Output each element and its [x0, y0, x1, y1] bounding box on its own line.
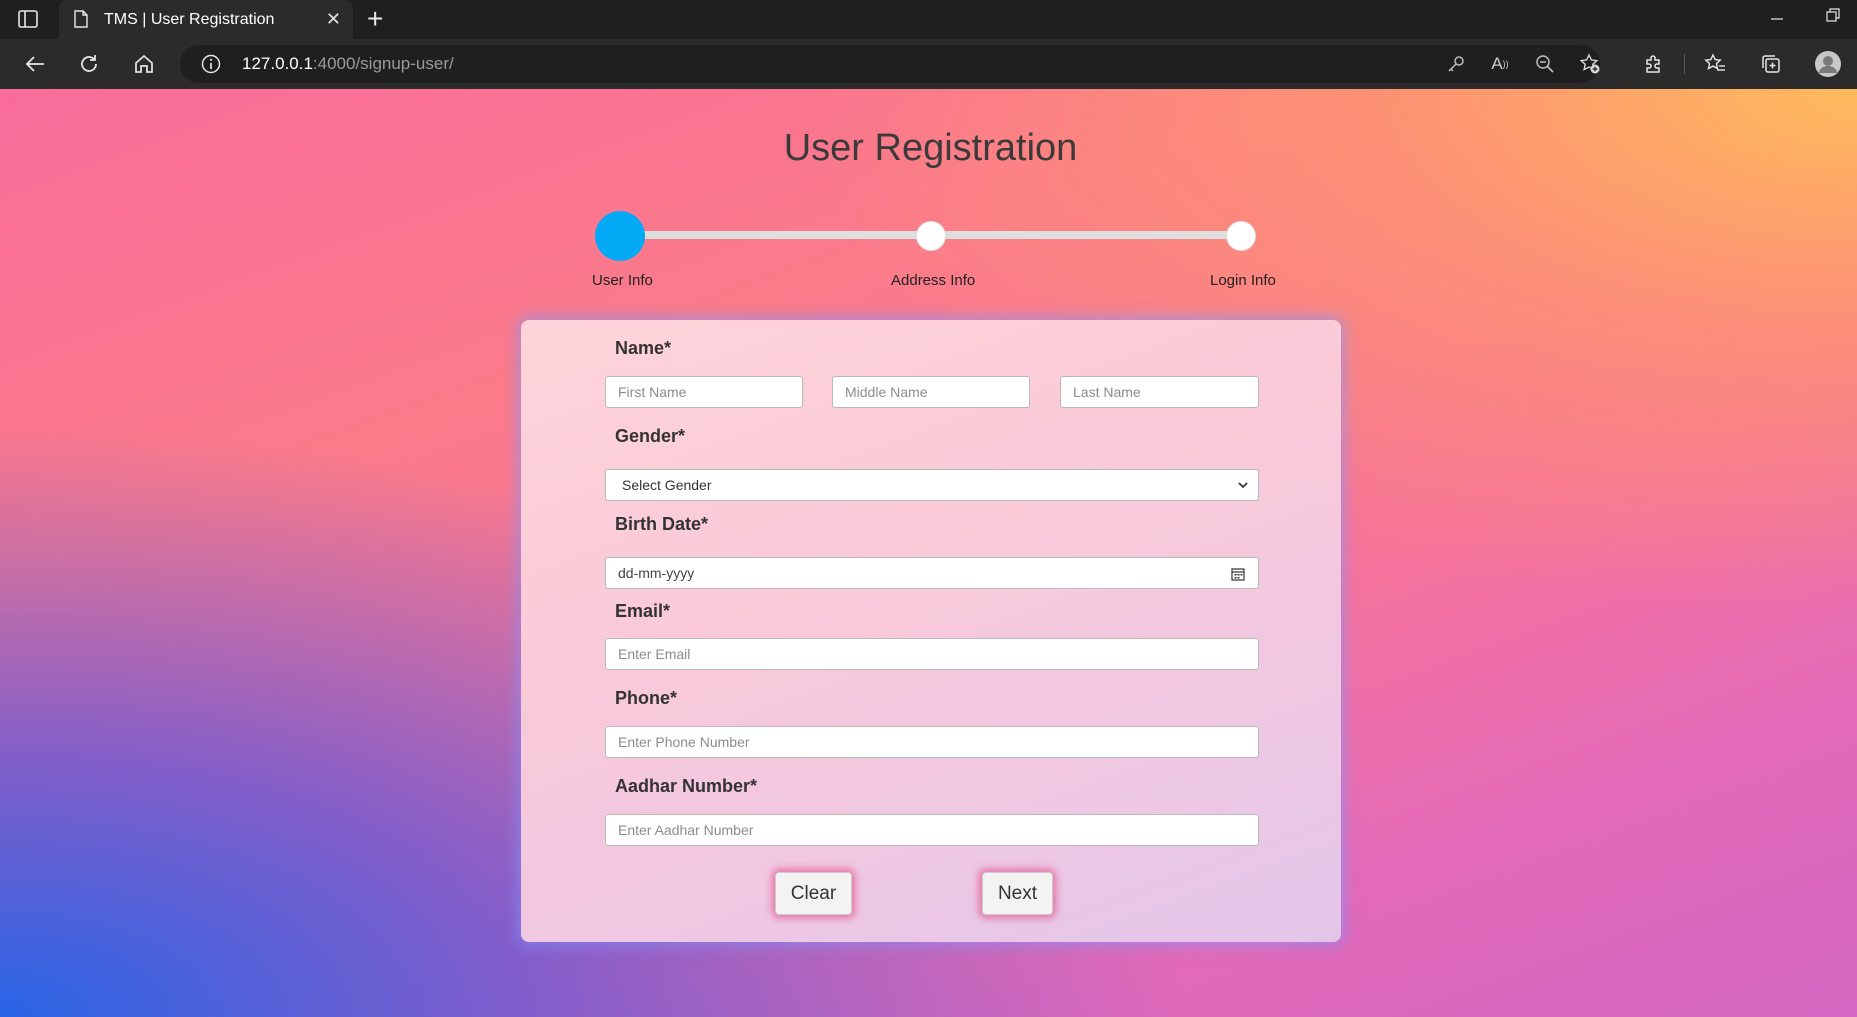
phone-input[interactable]	[605, 726, 1259, 758]
next-button[interactable]: Next	[982, 872, 1053, 915]
name-label: Name*	[615, 338, 672, 358]
address-bar[interactable]: 127.0.0.1:4000/signup-user/ A))	[180, 45, 1600, 83]
plus-icon[interactable]: +	[367, 5, 383, 33]
extensions-icon[interactable]	[1641, 51, 1667, 77]
first-name-input[interactable]	[605, 376, 803, 408]
calendar-icon[interactable]	[1230, 566, 1246, 582]
step-label-login-info: Login Info	[1210, 272, 1276, 289]
step-label-user-info: User Info	[592, 272, 653, 289]
browser-toolbar: 127.0.0.1:4000/signup-user/ A))	[0, 39, 1857, 89]
gender-select[interactable]: Select Gender	[605, 469, 1259, 501]
sidebar-icon[interactable]	[18, 10, 38, 28]
birth-date-input[interactable]: dd-mm-yyyy	[605, 557, 1259, 589]
zoom-out-icon[interactable]	[1533, 52, 1557, 76]
email-label: Email*	[615, 601, 671, 621]
collections-icon[interactable]	[1758, 51, 1784, 77]
home-icon[interactable]	[131, 51, 157, 77]
birth-date-label: Birth Date*	[615, 514, 709, 534]
phone-label: Phone*	[615, 688, 678, 708]
email-input[interactable]	[605, 638, 1259, 670]
clear-button[interactable]: Clear	[775, 872, 852, 915]
info-icon[interactable]	[200, 53, 222, 75]
page-title: User Registration	[783, 127, 1078, 169]
birth-date-value: dd-mm-yyyy	[618, 565, 695, 581]
gender-selected-value: Select Gender	[622, 477, 712, 493]
step-dot-user-info	[595, 211, 645, 261]
tab-title: TMS | User Registration	[104, 11, 275, 28]
browser-tab-bar: TMS | User Registration ✕ +	[0, 0, 1857, 39]
close-icon[interactable]: ✕	[326, 9, 341, 29]
add-favorite-icon[interactable]	[1578, 52, 1602, 76]
gender-label: Gender*	[615, 426, 686, 446]
read-aloud-icon[interactable]: A))	[1488, 52, 1512, 76]
profile-icon[interactable]	[1813, 49, 1843, 79]
browser-tab[interactable]: TMS | User Registration ✕	[59, 0, 353, 39]
middle-name-input[interactable]	[832, 376, 1030, 408]
step-dot-login-info	[1226, 221, 1256, 251]
minimize-icon[interactable]	[1770, 8, 1784, 27]
back-icon[interactable]	[22, 51, 48, 77]
chevron-down-icon	[1234, 476, 1252, 494]
step-dot-address-info	[916, 221, 946, 251]
key-icon[interactable]	[1444, 52, 1468, 76]
aadhar-input[interactable]	[605, 814, 1259, 846]
page-icon	[74, 10, 88, 28]
favorites-icon[interactable]	[1702, 51, 1728, 77]
last-name-input[interactable]	[1060, 376, 1259, 408]
restore-icon[interactable]	[1826, 8, 1840, 27]
registration-form: Name* Gender* Select Gender Birth Date* …	[521, 320, 1341, 942]
step-label-address-info: Address Info	[891, 272, 976, 289]
toolbar-divider	[1684, 54, 1685, 74]
url-text: 127.0.0.1:4000/signup-user/	[242, 54, 454, 73]
aadhar-label: Aadhar Number*	[615, 776, 758, 796]
refresh-icon[interactable]	[76, 51, 102, 77]
page-content: User Registration User Info Address Info…	[0, 89, 1857, 1017]
